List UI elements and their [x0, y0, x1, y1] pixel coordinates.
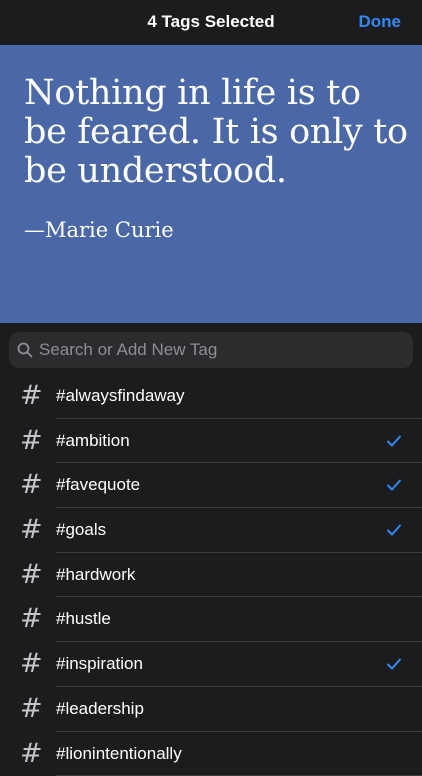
- tag-row[interactable]: # #hardwork: [0, 553, 422, 598]
- quote-card: Nothing in life is to be feared. It is o…: [0, 45, 422, 323]
- navigation-bar: 4 Tags Selected Done: [0, 0, 422, 45]
- tag-label: #inspiration: [56, 654, 143, 674]
- hashtag-icon: #: [20, 694, 42, 724]
- done-button[interactable]: Done: [359, 12, 402, 32]
- tag-label: #hardwork: [56, 565, 135, 585]
- tag-label: #favequote: [56, 475, 140, 495]
- hashtag-icon: #: [20, 649, 42, 679]
- hashtag-icon: #: [20, 470, 42, 500]
- hashtag-icon: #: [20, 515, 42, 545]
- tag-label: #lionintentionally: [56, 744, 182, 764]
- tag-list: # #alwaysfindaway # #ambition # #favequote # #g…: [0, 374, 422, 776]
- tag-label: #alwaysfindaway: [56, 386, 185, 406]
- hashtag-icon: #: [20, 604, 42, 634]
- tag-row[interactable]: # #alwaysfindaway: [0, 374, 422, 419]
- tag-row[interactable]: # #lionintentionally: [0, 732, 422, 776]
- magnifier-icon: [17, 342, 33, 358]
- tag-row[interactable]: # #inspiration: [0, 642, 422, 687]
- search-field[interactable]: [9, 332, 413, 368]
- tag-picker-sheet: # #alwaysfindaway # #ambition # #favequote # #g…: [0, 323, 422, 750]
- hashtag-icon: #: [20, 560, 42, 590]
- quote-text: Nothing in life is to be feared. It is o…: [24, 74, 414, 191]
- quote-author: —Marie Curie: [24, 218, 174, 242]
- tag-row[interactable]: # #ambition: [0, 419, 422, 464]
- tag-label: #ambition: [56, 431, 130, 451]
- tag-row[interactable]: # #hustle: [0, 597, 422, 642]
- hashtag-icon: #: [20, 739, 42, 769]
- tag-label: #hustle: [56, 609, 111, 629]
- hashtag-icon: #: [20, 426, 42, 456]
- tag-row[interactable]: # #leadership: [0, 687, 422, 732]
- search-input[interactable]: [39, 340, 389, 360]
- checkmark-icon: [386, 657, 402, 671]
- checkmark-icon: [386, 434, 402, 448]
- hashtag-icon: #: [20, 381, 42, 411]
- tag-row[interactable]: # #favequote: [0, 463, 422, 508]
- tag-row[interactable]: # #goals: [0, 508, 422, 553]
- tag-label: #goals: [56, 520, 106, 540]
- checkmark-icon: [386, 478, 402, 492]
- checkmark-icon: [386, 523, 402, 537]
- tag-label: #leadership: [56, 699, 144, 719]
